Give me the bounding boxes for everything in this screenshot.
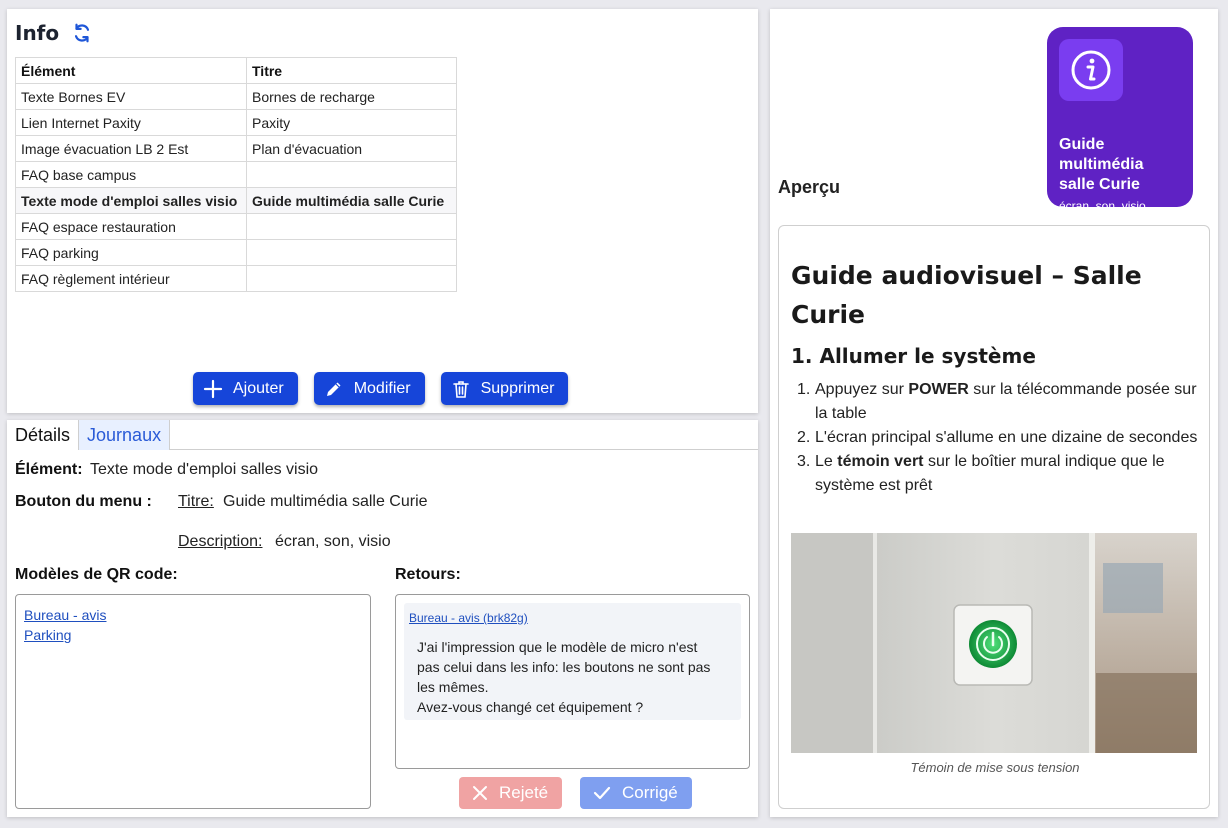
feedback-line: J'ai l'impression que le modèle de micro… bbox=[417, 639, 698, 655]
info-header: Info bbox=[15, 21, 93, 45]
trash-icon bbox=[452, 380, 469, 398]
add-button-label: Ajouter bbox=[233, 379, 284, 397]
qr-link-bureau-avis[interactable]: Bureau - avis bbox=[24, 605, 362, 625]
info-icon bbox=[1059, 39, 1123, 101]
qr-link-parking[interactable]: Parking bbox=[24, 625, 362, 645]
list-item: 3. Le témoin vert sur le boîtier mural in… bbox=[791, 450, 1199, 498]
preview-heading: Guide audiovisuel – Salle Curie bbox=[791, 261, 1142, 329]
element-value: Texte mode d'emploi salles visio bbox=[90, 461, 319, 478]
step-text: Le bbox=[815, 453, 838, 470]
power-indicator-image bbox=[791, 533, 1197, 753]
tile-title-line: Guide bbox=[1059, 136, 1105, 153]
reject-button[interactable]: Rejeté bbox=[459, 777, 563, 809]
table-row[interactable]: Texte Bornes EV Bornes de recharge bbox=[15, 83, 457, 110]
cell-titre: Plan d'évacuation bbox=[246, 135, 457, 162]
table-row-selected[interactable]: Texte mode d'emploi salles visio Guide m… bbox=[15, 187, 457, 214]
element-label: Élément: bbox=[15, 461, 83, 478]
reject-button-label: Rejeté bbox=[499, 783, 549, 802]
cell-element: Texte Bornes EV bbox=[15, 83, 247, 110]
feedback-line: les mêmes. bbox=[417, 679, 489, 695]
cell-element: FAQ base campus bbox=[15, 161, 247, 188]
cell-titre bbox=[246, 213, 457, 240]
cell-element: FAQ espace restauration bbox=[15, 213, 247, 240]
preview-panel: Aperçu Guide multimédia salle Curie écra… bbox=[770, 9, 1218, 817]
plus-icon bbox=[203, 379, 223, 398]
table-row[interactable]: FAQ règlement intérieur bbox=[15, 265, 457, 292]
edit-button[interactable]: Modifier bbox=[313, 372, 425, 405]
table-row[interactable]: Image évacuation LB 2 Est Plan d'évacuat… bbox=[15, 135, 457, 162]
step-text: Appuyez sur bbox=[815, 381, 909, 398]
refresh-icon[interactable] bbox=[71, 22, 93, 44]
details-tabs: Détails Journaux bbox=[7, 420, 758, 450]
list-item: 2. L'écran principal s'allume en une diza… bbox=[791, 426, 1199, 450]
cell-element: Image évacuation LB 2 Est bbox=[15, 135, 247, 162]
step-text: L'écran principal s'allume en une dizain… bbox=[815, 429, 1198, 446]
tab-journaux[interactable]: Journaux bbox=[79, 420, 171, 450]
fixed-button-label: Corrigé bbox=[622, 783, 678, 802]
cell-element: FAQ parking bbox=[15, 239, 247, 266]
preview-content: Guide audiovisuel – Salle Curie 1. Allum… bbox=[778, 225, 1210, 809]
cell-titre: Guide multimédia salle Curie bbox=[246, 187, 457, 214]
step-number: 3. bbox=[797, 453, 811, 470]
tile-title-line: multimédia bbox=[1059, 156, 1144, 173]
table-row[interactable]: FAQ espace restauration bbox=[15, 213, 457, 240]
titre-label: Titre: bbox=[178, 493, 214, 510]
description-value: écran, son, visio bbox=[275, 533, 391, 550]
cell-titre: Bornes de recharge bbox=[246, 83, 457, 110]
preview-section-title: 1. Allumer le système bbox=[791, 344, 1036, 368]
add-button[interactable]: Ajouter bbox=[193, 372, 298, 405]
feedback-source-link[interactable]: Bureau - avis (brk82g) bbox=[409, 611, 528, 625]
delete-button[interactable]: Supprimer bbox=[440, 372, 569, 405]
retours-box: Bureau - avis (brk82g) J'ai l'impression… bbox=[395, 594, 750, 769]
close-icon bbox=[473, 786, 487, 800]
tile-title-line: salle Curie bbox=[1059, 176, 1140, 193]
cell-element: Texte mode d'emploi salles visio bbox=[15, 187, 247, 214]
cell-titre bbox=[246, 239, 457, 266]
step-bold: témoin vert bbox=[837, 453, 924, 470]
table-row[interactable]: FAQ base campus bbox=[15, 161, 457, 188]
qr-models-list: Bureau - avis Parking bbox=[15, 594, 371, 809]
step-bold: POWER bbox=[908, 381, 969, 398]
pencil-icon bbox=[326, 382, 341, 396]
tile-description: écran, son, visio bbox=[1059, 199, 1146, 213]
cell-titre bbox=[246, 265, 457, 292]
feedback-line: Avez-vous changé cet équipement ? bbox=[417, 699, 644, 715]
preview-label: Aperçu bbox=[778, 177, 841, 197]
info-table: Élément Titre Texte Bornes EV Bornes de … bbox=[15, 57, 457, 292]
table-header-row: Élément Titre bbox=[15, 57, 457, 84]
feedback-card[interactable]: Bureau - avis (brk82g) J'ai l'impression… bbox=[404, 603, 741, 720]
feedback-text: J'ai l'impression que le modèle de micro… bbox=[417, 637, 735, 717]
titre-value: Guide multimédia salle Curie bbox=[223, 493, 428, 510]
info-panel: Info Élément Titre Texte Bornes EV Borne… bbox=[7, 9, 758, 413]
info-actions: Ajouter Modifier Supprimer bbox=[193, 372, 569, 405]
qr-models-label: Modèles de QR code: bbox=[15, 566, 178, 583]
tab-details[interactable]: Détails bbox=[7, 420, 80, 450]
column-header[interactable]: Élément bbox=[15, 57, 247, 84]
delete-button-label: Supprimer bbox=[480, 379, 555, 397]
image-caption: Témoin de mise sous tension bbox=[910, 760, 1080, 775]
fixed-button[interactable]: Corrigé bbox=[580, 777, 692, 809]
table-row[interactable]: Lien Internet Paxity Paxity bbox=[15, 109, 457, 136]
description-label: Description: bbox=[178, 533, 263, 550]
column-header[interactable]: Titre bbox=[246, 57, 457, 84]
menu-tile[interactable]: Guide multimédia salle Curie écran, son,… bbox=[1047, 27, 1193, 213]
menu-button-label: Bouton du menu : bbox=[15, 493, 152, 510]
step-number: 1. bbox=[797, 381, 811, 398]
info-title: Info bbox=[15, 21, 60, 45]
retours-label: Retours: bbox=[395, 566, 461, 583]
details-panel: Détails Journaux Élément: Texte mode d'e… bbox=[7, 420, 758, 817]
cell-titre: Paxity bbox=[246, 109, 457, 136]
feedback-line: pas celui dans les info: les boutons ne … bbox=[417, 659, 711, 675]
step-number: 2. bbox=[797, 429, 811, 446]
list-item: 1. Appuyez sur POWER sur la télécommande … bbox=[791, 378, 1199, 426]
check-icon bbox=[593, 786, 611, 800]
edit-button-label: Modifier bbox=[353, 379, 411, 397]
tile-title: Guide multimédia salle Curie bbox=[1059, 135, 1189, 195]
cell-element: Lien Internet Paxity bbox=[15, 109, 247, 136]
preview-steps: 1. Appuyez sur POWER sur la télécommande … bbox=[791, 378, 1199, 498]
cell-element: FAQ règlement intérieur bbox=[15, 265, 247, 292]
cell-titre bbox=[246, 161, 457, 188]
table-row[interactable]: FAQ parking bbox=[15, 239, 457, 266]
